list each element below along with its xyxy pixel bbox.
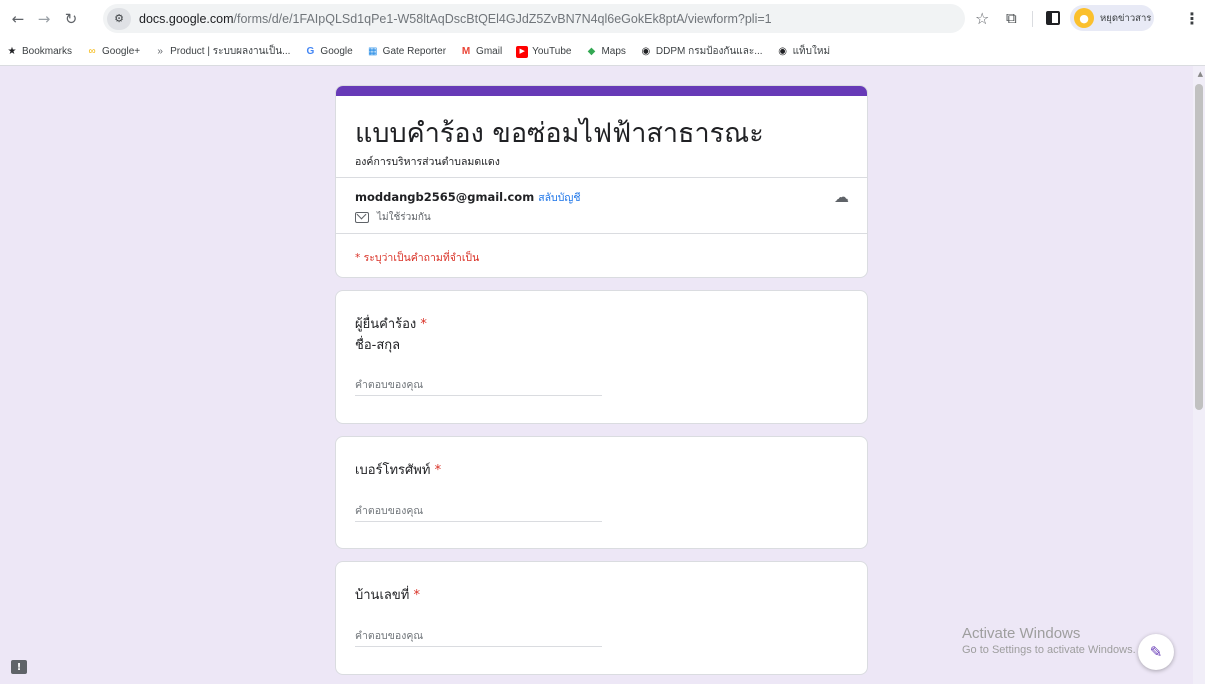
reload-icon[interactable]: ↻ bbox=[60, 8, 82, 30]
required-asterisk: * bbox=[420, 317, 427, 332]
profile-label: หยุดข่าวสาร bbox=[1100, 12, 1152, 24]
bookmark-item-new-tab[interactable]: ◉ แท็บใหม่ bbox=[777, 44, 830, 59]
bookmark-label: Gmail bbox=[476, 46, 503, 57]
bookmark-item-google-plus[interactable]: ∞ Google+ bbox=[86, 46, 140, 58]
back-arrow-icon[interactable]: ← bbox=[7, 8, 29, 30]
bookmark-label: Maps bbox=[601, 46, 626, 57]
divider bbox=[336, 233, 867, 234]
question-card-house-number: บ้านเลขที่ * bbox=[335, 561, 868, 675]
bookmark-item-ddpm[interactable]: ◉ DDPM กรมป้องกันและ... bbox=[640, 44, 763, 59]
edit-pencil-icon[interactable]: ✎ bbox=[1138, 634, 1174, 670]
account-email: moddangb2565@gmail.com bbox=[355, 190, 535, 204]
form-header-card: แบบคำร้อง ขอซ่อมไฟฟ้าสาธารณะ องค์การบริห… bbox=[335, 85, 868, 278]
question-title: เบอร์โทรศัพท์ * bbox=[355, 459, 441, 480]
site-info-icon[interactable]: ⚙ bbox=[107, 7, 131, 30]
bookmark-item-gmail[interactable]: M Gmail bbox=[460, 46, 502, 58]
not-shared-label: ไม่ใช้ร่วมกัน bbox=[377, 212, 431, 223]
url-text[interactable]: docs.google.com/forms/d/e/1FAIpQLSd1qPe1… bbox=[139, 12, 772, 26]
form-description: องค์การบริหารส่วนตำบลมดแดง bbox=[355, 156, 500, 168]
account-line: moddangb2565@gmail.com สลับบัญชี bbox=[355, 189, 580, 206]
question-label: บ้านเลขที่ bbox=[355, 588, 410, 603]
phone-input[interactable] bbox=[355, 500, 602, 522]
maps-icon: ◆ bbox=[587, 45, 596, 57]
side-panel-icon[interactable] bbox=[1046, 11, 1060, 25]
bookmark-item-youtube[interactable]: ▶ YouTube bbox=[516, 45, 572, 58]
globe-icon: ◉ bbox=[641, 45, 651, 57]
watermark-line1: Activate Windows bbox=[962, 625, 1081, 642]
scrollbar-thumb[interactable] bbox=[1195, 84, 1203, 410]
bookmarks-bar: ★ Bookmarks ∞ Google+ » Product | ระบบผลงาน… bbox=[0, 38, 1205, 66]
menu-kebab-icon[interactable]: ⋮ bbox=[1184, 9, 1200, 28]
bookmark-item-maps[interactable]: ◆ Maps bbox=[585, 45, 626, 58]
gmail-icon: M bbox=[461, 45, 471, 57]
question-card-applicant: ผู้ยื่นคำร้อง * ชื่อ-สกุล bbox=[335, 290, 868, 424]
header-accent-band bbox=[336, 86, 867, 96]
applicant-name-input[interactable] bbox=[355, 374, 602, 396]
question-label: ผู้ยื่นคำร้อง bbox=[355, 317, 417, 332]
bookmark-label: YouTube bbox=[532, 46, 572, 57]
arrows-icon: » bbox=[157, 45, 163, 57]
url-path: /forms/d/e/1FAIpQLSd1qPe1-W58ltAqDscBtQE… bbox=[233, 11, 772, 26]
address-bar[interactable]: ⚙ docs.google.com/forms/d/e/1FAIpQLSd1qP… bbox=[103, 4, 965, 33]
youtube-icon: ▶ bbox=[516, 45, 529, 58]
scroll-up-arrow-icon[interactable]: ▲ bbox=[1198, 70, 1203, 78]
grid-icon: ▦ bbox=[367, 45, 378, 57]
bookmark-star-icon[interactable]: ☆ bbox=[975, 9, 989, 28]
bookmark-item-gate-reporter[interactable]: ▦ Gate Reporter bbox=[367, 46, 446, 58]
switch-account-link[interactable]: สลับบัญชี bbox=[538, 192, 580, 204]
bookmark-label: Gate Reporter bbox=[382, 46, 447, 57]
question-title: บ้านเลขที่ * bbox=[355, 584, 420, 605]
question-card-phone: เบอร์โทรศัพท์ * bbox=[335, 436, 868, 549]
bookmark-item-product[interactable]: » Product | ระบบผลงานเป็น... bbox=[154, 44, 290, 59]
required-asterisk: * bbox=[413, 588, 420, 603]
cloud-icon: ☁ bbox=[834, 188, 849, 206]
browser-toolbar: ← → ↻ ⚙ docs.google.com/forms/d/e/1FAIpQ… bbox=[0, 0, 1205, 38]
bookmark-item-google[interactable]: G Google bbox=[304, 45, 353, 58]
google-g-icon: G bbox=[306, 45, 315, 57]
required-asterisk: * bbox=[434, 463, 442, 478]
question-title: ผู้ยื่นคำร้อง * bbox=[355, 313, 427, 334]
infinity-icon: ∞ bbox=[88, 45, 96, 57]
question-label: เบอร์โทรศัพท์ bbox=[355, 463, 431, 478]
extensions-icon[interactable]: ⧉ bbox=[1006, 9, 1017, 27]
mail-icon bbox=[355, 212, 369, 223]
question-subtitle: ชื่อ-สกุล bbox=[355, 338, 401, 353]
watermark-line2: Go to Settings to activate Windows. bbox=[962, 644, 1136, 656]
forward-arrow-icon[interactable]: → bbox=[33, 8, 55, 30]
bookmark-label: แท็บใหม่ bbox=[792, 46, 831, 57]
avatar: ● bbox=[1074, 8, 1094, 28]
star-icon: ★ bbox=[7, 45, 17, 57]
form-title: แบบคำร้อง ขอซ่อมไฟฟ้าสาธารณะ bbox=[355, 118, 764, 149]
bookmark-label: Google+ bbox=[102, 46, 141, 57]
bookmark-label: DDPM กรมป้องกันและ... bbox=[655, 46, 763, 57]
toolbar-divider bbox=[1032, 11, 1033, 27]
profile-button[interactable]: ● หยุดข่าวสาร bbox=[1070, 5, 1154, 31]
required-note: * ระบุว่าเป็นคำถามที่จำเป็น bbox=[355, 252, 480, 264]
url-host: docs.google.com bbox=[139, 11, 234, 26]
feedback-icon[interactable]: ! bbox=[11, 660, 27, 674]
divider bbox=[336, 177, 867, 178]
activate-windows-watermark: Activate Windows Go to Settings to activ… bbox=[962, 625, 1136, 656]
not-shared-line: ไม่ใช้ร่วมกัน bbox=[355, 210, 431, 225]
bookmark-label: Google bbox=[320, 46, 353, 57]
bookmark-label: Bookmarks bbox=[22, 46, 73, 57]
bookmark-item-bookmarks[interactable]: ★ Bookmarks bbox=[6, 45, 73, 58]
bookmark-label: Product | ระบบผลงานเป็น... bbox=[170, 46, 291, 57]
globe-icon: ◉ bbox=[778, 45, 787, 57]
house-number-input[interactable] bbox=[355, 625, 602, 647]
